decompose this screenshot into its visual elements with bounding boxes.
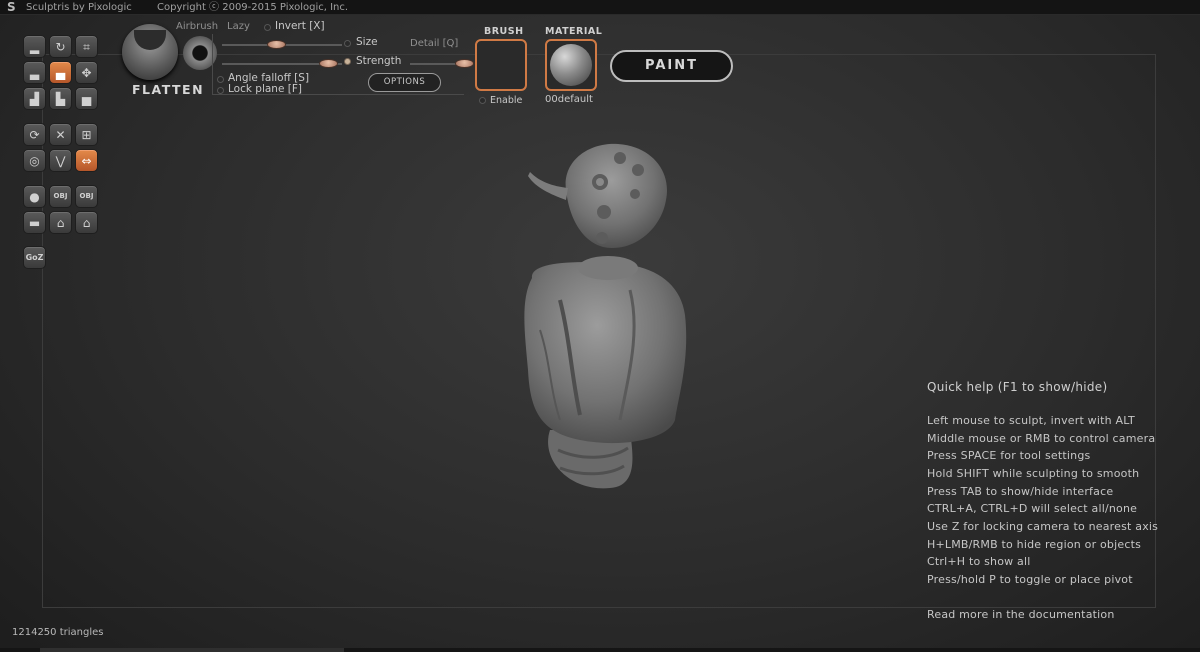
size-label: Size [356, 36, 378, 48]
invert-label: Invert [X] [275, 20, 325, 32]
bottom-bar [0, 648, 1200, 652]
pinch-icon: ▟ [29, 91, 40, 106]
flatten-tool-button[interactable]: ▄ [49, 61, 72, 84]
detail-label: Detail [Q] [410, 38, 459, 49]
brush-title: BRUSH [484, 26, 524, 37]
grid-button[interactable]: ⊞ [75, 123, 98, 146]
flatten-icon: ▄ [55, 65, 66, 80]
scale-tool-button[interactable]: ⌗ [75, 35, 98, 58]
open-file-icon: ⌂ [56, 215, 65, 230]
material-sphere-icon [550, 44, 592, 86]
inflate-tool-button[interactable]: ▃ [23, 61, 46, 84]
crease-icon: ▙ [55, 91, 66, 106]
rotate-icon: ↻ [55, 39, 66, 54]
scale-icon: ⌗ [83, 39, 90, 54]
grid-icon: ⊞ [81, 127, 92, 142]
inflate-icon: ▃ [29, 65, 40, 80]
quick-help-line: Press TAB to show/hide interface [927, 485, 1114, 498]
brush-enable-label: Enable [490, 95, 523, 106]
crease-tool-button[interactable]: ▙ [49, 87, 72, 110]
smooth-tool-button[interactable]: ▅ [75, 87, 98, 110]
progress-segment [40, 648, 344, 652]
quick-help-line: CTRL+A, CTRL+D will select all/none [927, 502, 1138, 515]
goz-button[interactable]: GoZ [23, 246, 46, 269]
copyright-text: Copyright ⓒ 2009-2015 Pixologic, Inc. [157, 2, 349, 13]
sculpt-model[interactable] [500, 130, 720, 510]
smooth-icon: ▅ [81, 91, 92, 106]
quick-help-line: Press SPACE for tool settings [927, 449, 1091, 462]
tool-name: FLATTEN [132, 82, 205, 97]
export-obj-button[interactable]: OBJ [75, 185, 98, 208]
size-indicator [344, 40, 351, 47]
lock-plane-checkbox[interactable] [217, 87, 224, 94]
draw-tool-button[interactable]: ▂ [23, 35, 46, 58]
save-file-icon: ⌂ [82, 215, 91, 230]
size-slider-knob[interactable] [267, 40, 286, 49]
quick-help-line: Press/hold P to toggle or place pivot [927, 573, 1133, 586]
symmetry-button[interactable]: ⟳ [23, 123, 46, 146]
quick-help-title: Quick help (F1 to show/hide) [927, 380, 1108, 394]
symmetry-icon: ⟳ [29, 127, 40, 142]
draw-icon: ▂ [29, 39, 40, 54]
wireframe-icon: ✕ [55, 127, 66, 142]
quick-help-line: H+LMB/RMB to hide region or objects [927, 538, 1142, 551]
lazy-toggle[interactable]: Lazy [227, 21, 250, 32]
app-title: Sculptris by Pixologic [26, 2, 132, 13]
new-plane-icon: ▬ [28, 215, 41, 230]
angle-falloff-checkbox[interactable] [217, 76, 224, 83]
import-obj-button[interactable]: OBJ [49, 185, 72, 208]
open-file-button[interactable]: ⌂ [49, 211, 72, 234]
new-sphere-button[interactable]: ● [23, 185, 46, 208]
title-bar: S Sculptris by Pixologic Copyright ⓒ 200… [0, 0, 1200, 15]
brush-enable-checkbox[interactable] [479, 97, 486, 104]
material-name: 00default [545, 94, 593, 105]
triangle-count: 1214250 triangles [12, 627, 104, 638]
mirror-button[interactable]: ⇔ [75, 149, 98, 172]
import-obj-icon: OBJ [53, 192, 68, 200]
material-swatch[interactable] [545, 39, 597, 91]
settings-divider [212, 34, 213, 94]
mirror-icon: ⇔ [81, 153, 92, 168]
sculptris-logo-icon: S [7, 0, 16, 14]
quick-help-line: Use Z for locking camera to nearest axis [927, 520, 1159, 533]
rotate-tool-button[interactable]: ↻ [49, 35, 72, 58]
brush-texture-swatch[interactable] [475, 39, 527, 91]
reduce-brush-button[interactable]: ◎ [23, 149, 46, 172]
new-plane-button[interactable]: ▬ [23, 211, 46, 234]
reduce-selected-button[interactable]: ⋁ [49, 149, 72, 172]
export-obj-icon: OBJ [79, 192, 94, 200]
quick-help-line: Ctrl+H to show all [927, 555, 1031, 568]
goz-label: GoZ [25, 252, 44, 262]
lock-plane-label: Lock plane [F] [228, 83, 302, 95]
strength-label: Strength [356, 55, 402, 67]
pinch-tool-button[interactable]: ▟ [23, 87, 46, 110]
reduce-brush-icon: ◎ [29, 153, 40, 168]
airbrush-toggle[interactable]: Airbrush [176, 21, 218, 32]
quick-help-line: Left mouse to sculpt, invert with ALT [927, 414, 1135, 427]
wireframe-button[interactable]: ✕ [49, 123, 72, 146]
new-sphere-icon: ● [29, 189, 40, 204]
invert-checkbox[interactable] [264, 24, 271, 31]
grab-tool-button[interactable]: ✥ [75, 61, 98, 84]
save-file-button[interactable]: ⌂ [75, 211, 98, 234]
reduce-selected-icon: ⋁ [55, 153, 66, 168]
brush-preview-icon[interactable] [122, 24, 178, 80]
strength-slider-knob[interactable] [318, 59, 338, 68]
paint-button[interactable]: PAINT [610, 50, 733, 82]
quick-help-line: Hold SHIFT while sculpting to smooth [927, 467, 1140, 480]
material-title: MATERIAL [545, 26, 603, 37]
detail-slider-knob[interactable] [455, 59, 474, 68]
quick-help-line: Middle mouse or RMB to control camera [927, 432, 1156, 445]
strength-indicator [344, 58, 351, 65]
grab-icon: ✥ [81, 65, 92, 80]
options-button[interactable]: OPTIONS [368, 73, 441, 92]
documentation-link[interactable]: Read more in the documentation [927, 608, 1115, 621]
